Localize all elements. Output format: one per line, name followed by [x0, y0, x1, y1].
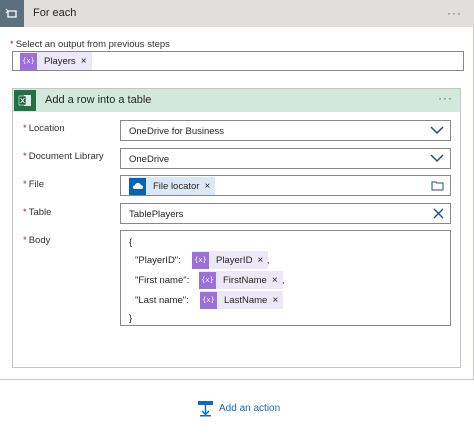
dynamic-content-token-lastname[interactable]: {x} LastName ×	[200, 291, 284, 309]
json-comma: ,	[267, 255, 270, 266]
body-label: * Body	[23, 235, 51, 246]
token-label: Players	[44, 55, 76, 67]
add-action-label: Add an action	[219, 403, 281, 414]
body-key-playerid: "PlayerID":	[135, 255, 181, 266]
for-each-header[interactable]: For each ···	[0, 0, 474, 27]
token-label: LastName	[224, 294, 268, 306]
add-row-header[interactable]: Add a row into a table ···	[13, 89, 460, 112]
select-output-input[interactable]: {x} Players ×	[12, 51, 464, 71]
body-key-lastname: "Last name":	[135, 295, 189, 306]
expression-icon: {x}	[199, 271, 216, 289]
excel-icon	[14, 90, 36, 111]
add-action-icon	[198, 401, 213, 417]
select-output-label: * Select an output from previous steps	[10, 39, 170, 50]
body-key-firstname: "First name":	[135, 275, 190, 286]
json-close-brace: }	[129, 313, 133, 324]
file-label: * File	[23, 179, 45, 190]
json-comma: ,	[282, 275, 285, 286]
expression-icon: {x}	[20, 52, 37, 70]
remove-token-icon[interactable]: ×	[272, 295, 283, 306]
expression-icon: {x}	[200, 291, 217, 309]
body-editor[interactable]: { "PlayerID": {x} PlayerID × , "First na…	[120, 230, 451, 326]
folder-icon[interactable]	[431, 180, 444, 191]
for-each-title: For each	[33, 7, 77, 19]
json-open-brace: {	[129, 237, 133, 248]
clear-icon[interactable]	[433, 208, 444, 219]
remove-token-icon[interactable]: ×	[204, 181, 215, 192]
dynamic-content-token-firstname[interactable]: {x} FirstName ×	[199, 271, 283, 289]
for-each-card: For each ··· * Select an output from prev…	[0, 0, 474, 380]
token-label: File locator	[153, 180, 200, 192]
location-value: OneDrive for Business	[129, 126, 225, 137]
remove-token-icon[interactable]: ×	[81, 56, 92, 67]
location-label: * Location	[23, 123, 65, 134]
location-dropdown[interactable]: OneDrive for Business	[120, 120, 451, 141]
more-options-icon[interactable]: ···	[438, 91, 453, 105]
table-dropdown[interactable]: TablePlayers	[120, 203, 451, 224]
table-value: TablePlayers	[129, 209, 184, 220]
token-label: PlayerID	[216, 254, 253, 266]
add-action-button[interactable]: Add an action	[197, 400, 280, 417]
file-locator-token[interactable]: File locator ×	[129, 177, 216, 195]
document-library-label: * Document Library	[23, 151, 104, 162]
token-label: FirstName	[223, 274, 267, 286]
chevron-down-icon	[430, 126, 444, 135]
document-library-value: OneDrive	[129, 154, 170, 165]
onedrive-icon	[129, 177, 146, 195]
loop-icon	[0, 0, 24, 27]
table-label: * Table	[23, 207, 52, 218]
document-library-dropdown[interactable]: OneDrive	[120, 148, 451, 169]
dynamic-content-token-playerid[interactable]: {x} PlayerID ×	[192, 251, 269, 269]
more-options-icon[interactable]: ···	[447, 6, 462, 20]
dynamic-content-token-players[interactable]: {x} Players ×	[20, 52, 92, 70]
add-row-card: Add a row into a table ··· * Location One…	[12, 88, 461, 368]
chevron-down-icon	[430, 154, 444, 163]
file-input[interactable]: File locator ×	[120, 175, 451, 196]
expression-icon: {x}	[192, 251, 209, 269]
action-title: Add a row into a table	[45, 94, 152, 106]
